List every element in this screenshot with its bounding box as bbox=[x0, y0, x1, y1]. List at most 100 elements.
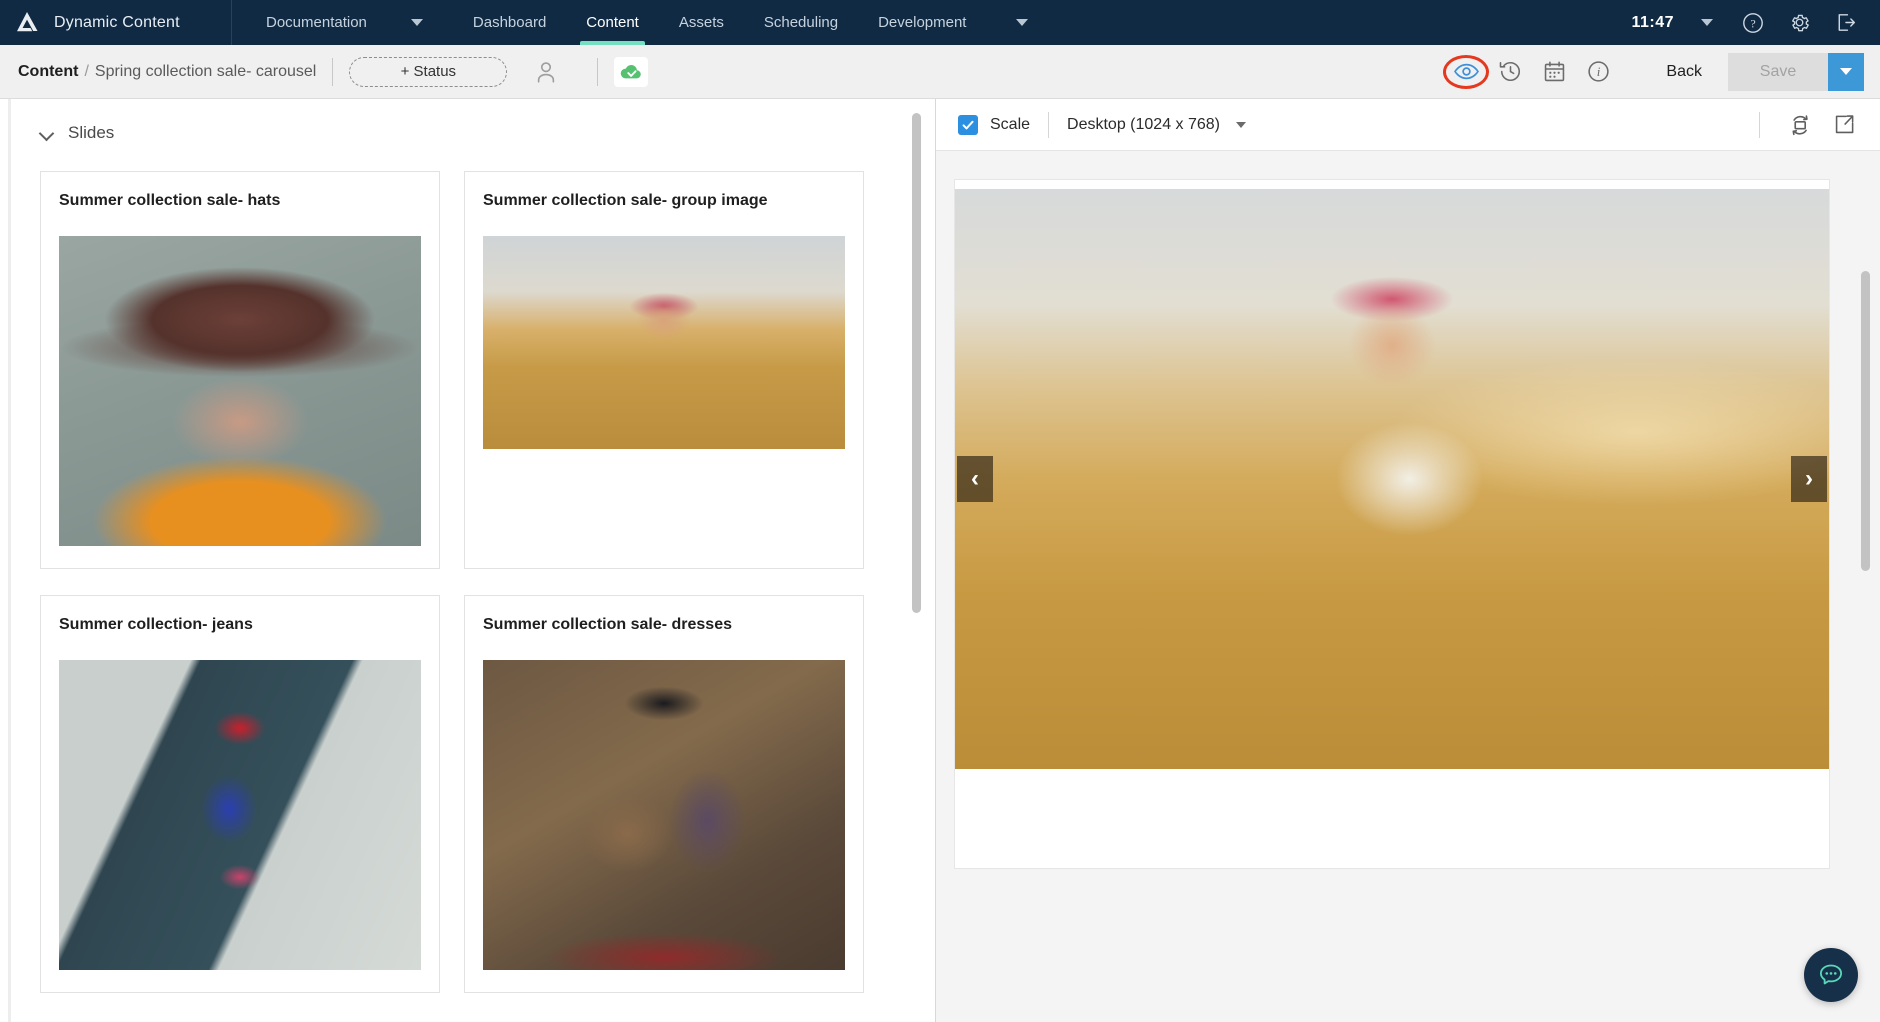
info-icon: i bbox=[1588, 61, 1609, 82]
account-dropdown-caret[interactable] bbox=[1684, 0, 1730, 45]
carousel-prev-button[interactable]: ‹ bbox=[957, 456, 993, 502]
preview-stage: ‹ › bbox=[936, 151, 1880, 1022]
slide-thumbnail-image[interactable] bbox=[483, 236, 845, 449]
chat-support-button[interactable] bbox=[1804, 948, 1858, 1002]
chevron-down-icon bbox=[1840, 68, 1852, 75]
preview-viewport: ‹ › bbox=[954, 179, 1830, 869]
primary-nav: Documentation Dashboard Content Assets S… bbox=[232, 0, 1058, 45]
nav-item-assets[interactable]: Assets bbox=[659, 0, 744, 45]
breadcrumb-root[interactable]: Content bbox=[18, 63, 78, 81]
scale-label: Scale bbox=[990, 115, 1031, 133]
slide-card[interactable]: Summer collection- jeans bbox=[40, 595, 440, 993]
chevron-down-icon bbox=[1016, 19, 1029, 26]
preview-toolbar-actions bbox=[1741, 103, 1866, 147]
slide-card[interactable]: Summer collection sale- hats bbox=[40, 171, 440, 569]
schedule-button[interactable] bbox=[1532, 50, 1576, 94]
chevron-down-icon bbox=[40, 126, 54, 140]
open-preview-button[interactable] bbox=[1822, 103, 1866, 147]
device-size-select[interactable]: Desktop (1024 x 768) bbox=[1067, 115, 1247, 134]
svg-text:?: ? bbox=[1750, 16, 1755, 30]
editor-panel-scrollbar[interactable] bbox=[912, 113, 921, 613]
preview-scrollbar[interactable] bbox=[1861, 271, 1870, 571]
preview-toolbar-divider bbox=[1048, 111, 1050, 138]
slide-thumbnail-image[interactable] bbox=[59, 660, 421, 970]
rotate-orientation-icon bbox=[1792, 114, 1808, 135]
nav-item-development[interactable]: Development bbox=[858, 0, 986, 45]
slide-card[interactable]: Summer collection sale- group image bbox=[464, 171, 864, 569]
slide-title: Summer collection sale- group image bbox=[483, 192, 768, 209]
slides-section-label: Slides bbox=[68, 123, 115, 142]
carousel-hero-image[interactable]: ‹ › bbox=[955, 189, 1829, 769]
chat-bubble-icon bbox=[1819, 964, 1843, 985]
back-button[interactable]: Back bbox=[1620, 63, 1728, 81]
nav-label-content: Content bbox=[586, 14, 639, 31]
carousel-next-button[interactable]: › bbox=[1791, 456, 1827, 502]
open-in-new-icon bbox=[1835, 115, 1853, 134]
slide-thumbnail-wrap bbox=[59, 660, 421, 970]
slide-title: Summer collection sale- dresses bbox=[483, 616, 732, 633]
slide-card[interactable]: Summer collection sale- dresses bbox=[464, 595, 864, 993]
brand-label: Dynamic Content bbox=[54, 13, 180, 31]
assignee-button[interactable] bbox=[533, 59, 559, 85]
scale-checkbox[interactable] bbox=[958, 114, 978, 135]
rotate-orientation-button[interactable] bbox=[1778, 103, 1822, 147]
logout-button[interactable] bbox=[1822, 0, 1868, 45]
info-button[interactable]: i bbox=[1576, 50, 1620, 94]
toolbar-divider bbox=[332, 57, 334, 86]
publish-status-button[interactable] bbox=[614, 56, 649, 87]
content-editor-panel: Slides Summer collection sale- hats Summ… bbox=[0, 99, 935, 1022]
brand-area[interactable]: Dynamic Content bbox=[0, 0, 232, 45]
settings-button[interactable] bbox=[1776, 0, 1822, 45]
slide-thumbnail-image[interactable] bbox=[59, 236, 421, 546]
svg-text:i: i bbox=[1597, 64, 1601, 79]
slide-thumbnail-wrap bbox=[59, 236, 421, 546]
slide-thumbnail-wrap bbox=[483, 660, 845, 970]
preview-panel: Scale Desktop (1024 x 768) ‹ › bbox=[936, 99, 1880, 1022]
slide-title: Summer collection sale- hats bbox=[59, 192, 281, 209]
toolbar-actions: i Back Save bbox=[1443, 50, 1864, 94]
cloud-upload-icon bbox=[621, 64, 642, 78]
slide-thumbnail-wrap bbox=[483, 236, 845, 449]
calendar-icon bbox=[1544, 61, 1565, 82]
nav-item-dashboard[interactable]: Dashboard bbox=[453, 0, 566, 45]
slides-section-header[interactable]: Slides bbox=[0, 99, 935, 143]
slide-title: Summer collection- jeans bbox=[59, 616, 253, 633]
toolbar-divider-2 bbox=[597, 57, 599, 86]
nav-item-documentation[interactable]: Documentation bbox=[232, 0, 381, 45]
nav-label-documentation: Documentation bbox=[266, 14, 367, 31]
nav-label-development: Development bbox=[878, 14, 967, 31]
help-button[interactable]: ? bbox=[1730, 0, 1776, 45]
nav-label-dashboard: Dashboard bbox=[472, 14, 547, 31]
device-size-label: Desktop (1024 x 768) bbox=[1067, 115, 1221, 133]
nav-item-scheduling[interactable]: Scheduling bbox=[744, 0, 858, 45]
breadcrumb-separator: / bbox=[84, 62, 89, 80]
add-status-button[interactable]: + Status bbox=[349, 56, 508, 87]
save-options-dropdown[interactable] bbox=[1828, 52, 1864, 91]
preview-button[interactable] bbox=[1443, 50, 1490, 94]
chevron-right-icon: › bbox=[1805, 465, 1813, 492]
help-circle-icon: ? bbox=[1743, 12, 1763, 33]
chevron-down-icon bbox=[1236, 121, 1247, 128]
chevron-down-icon bbox=[1701, 19, 1713, 26]
panel-accent-rail bbox=[8, 99, 11, 1022]
chevron-down-icon bbox=[410, 19, 423, 26]
check-icon bbox=[962, 120, 974, 129]
nav-label-assets: Assets bbox=[678, 14, 724, 31]
nav-item-content[interactable]: Content bbox=[566, 0, 659, 45]
slide-thumbnail-image[interactable] bbox=[483, 660, 845, 970]
history-button[interactable] bbox=[1488, 50, 1532, 94]
development-dropdown-caret[interactable] bbox=[986, 0, 1058, 45]
preview-eye-icon bbox=[1453, 63, 1479, 80]
history-icon bbox=[1499, 61, 1520, 81]
topnav-utilities: 11:47 ? bbox=[1621, 0, 1880, 45]
nav-label-scheduling: Scheduling bbox=[763, 14, 839, 31]
documentation-dropdown-caret[interactable] bbox=[381, 0, 453, 45]
slides-list: Summer collection sale- hats Summer coll… bbox=[0, 143, 880, 1019]
preview-toolbar-divider-2 bbox=[1759, 111, 1760, 138]
chevron-left-icon: ‹ bbox=[971, 465, 979, 492]
content-toolbar: Content / Spring collection sale- carous… bbox=[0, 45, 1880, 99]
save-button[interactable]: Save bbox=[1728, 52, 1828, 91]
user-icon bbox=[538, 61, 555, 83]
clock-display: 11:47 bbox=[1631, 13, 1674, 31]
logout-icon bbox=[1838, 14, 1855, 31]
